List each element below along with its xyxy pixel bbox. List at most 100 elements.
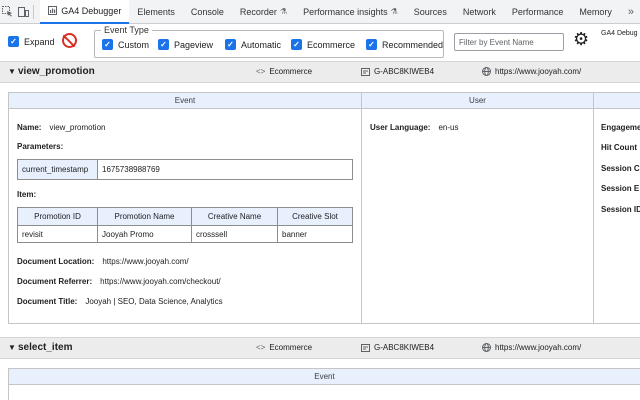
name-value: view_promotion — [49, 123, 106, 132]
column-header: Promotion ID — [17, 207, 98, 226]
event-header-select-item[interactable]: ▼ select_item <> Ecommerce G-ABC8KIWEB4 … — [0, 337, 640, 359]
devtools-tab-bar: GA4 Debugger Elements Console Recorder ⚗ … — [0, 0, 640, 24]
debugger-toolbar: ✓ Expand Event Type ✓ Custom ✓ Pageview … — [0, 24, 640, 62]
table-cell: crosssell — [191, 225, 278, 243]
table-row: current_timestamp 1675738988769 — [17, 159, 353, 180]
device-toolbar-icon[interactable] — [16, 0, 32, 24]
event-name-row: Name: view_promotion — [17, 123, 105, 132]
event-type-recommended-checkbox[interactable]: ✓ Recommended — [366, 39, 443, 50]
event-details-panel: Event — [8, 368, 640, 400]
event-type: <> Ecommerce — [256, 343, 312, 352]
tab-label: Console — [190, 6, 224, 17]
panel-header: Event — [9, 369, 640, 385]
column-header: Promotion Name — [97, 207, 192, 226]
event-type-label: Automatic — [241, 39, 282, 50]
tab-ga4-debugger[interactable]: GA4 Debugger — [40, 0, 130, 24]
event-type-custom-checkbox[interactable]: ✓ Custom — [102, 39, 149, 50]
event-type-label: Ecommerce — [269, 343, 313, 352]
expand-label: Expand — [24, 36, 55, 47]
event-name: select_item — [18, 342, 73, 353]
event-type-filter-group: Event Type ✓ Custom ✓ Pageview ✓ Automat… — [94, 25, 444, 58]
collapse-triangle-icon[interactable]: ▼ — [8, 343, 16, 352]
event-url: https://www.jooyah.com/ — [482, 67, 581, 76]
tab-console[interactable]: Console — [183, 0, 232, 24]
session-field-label: Hit Count — [601, 143, 637, 152]
table-cell: revisit — [17, 225, 98, 243]
user-language-row: User Language: en-us — [370, 123, 458, 132]
table-cell: Jooyah Promo — [97, 225, 192, 243]
expand-checkbox[interactable]: ✓ Expand — [8, 36, 55, 47]
document-location-label: Document Location: — [17, 257, 95, 266]
event-type: <> Ecommerce — [256, 67, 312, 76]
inspect-element-icon[interactable] — [0, 0, 16, 24]
tab-sources[interactable]: Sources — [406, 0, 455, 24]
tab-label: Elements — [137, 6, 175, 17]
table-cell: banner — [277, 225, 353, 243]
parameters-label: Parameters: — [17, 142, 64, 151]
event-type-label: Ecommerce — [269, 67, 313, 76]
name-label: Name: — [17, 123, 42, 132]
event-type-label: Pageview — [174, 39, 214, 50]
user-details-panel: User User Language: en-us — [361, 92, 594, 324]
panel-header: Event — [9, 93, 361, 109]
event-type-automatic-checkbox[interactable]: ✓ Automatic — [225, 39, 281, 50]
toolbar-divider — [33, 4, 35, 19]
panel-header — [594, 93, 640, 109]
code-icon: <> — [256, 67, 266, 76]
tab-elements[interactable]: Elements — [129, 0, 183, 24]
checkbox-checked-icon[interactable]: ✓ — [225, 39, 236, 50]
ga4-debugger-icon — [48, 6, 58, 15]
tab-label: Network — [462, 6, 496, 17]
tab-performance[interactable]: Performance — [504, 0, 572, 24]
item-label: Item: — [17, 190, 37, 199]
user-language-value: en-us — [438, 123, 459, 132]
event-name: view_promotion — [18, 66, 95, 77]
gear-icon[interactable]: ⚙ — [573, 30, 589, 48]
user-language-label: User Language: — [370, 123, 431, 132]
event-type-ecommerce-checkbox[interactable]: ✓ Ecommerce — [291, 39, 355, 50]
tab-label: Performance — [511, 6, 564, 17]
event-details-panel: Event Name: view_promotion Parameters: cu… — [8, 92, 362, 324]
experimental-flask-icon: ⚗ — [279, 7, 288, 16]
tab-label: Sources — [413, 6, 447, 17]
tab-label: GA4 Debugger — [61, 5, 122, 16]
collapse-triangle-icon[interactable]: ▼ — [8, 67, 16, 76]
measurement-id-icon — [361, 67, 370, 76]
session-details-panel: Engageme Hit Count Session C Session E S… — [593, 92, 640, 324]
clear-events-icon[interactable] — [62, 33, 77, 48]
event-type-legend: Event Type — [101, 25, 152, 35]
checkbox-checked-icon[interactable]: ✓ — [291, 39, 302, 50]
tab-performance-insights[interactable]: Performance insights ⚗ — [295, 0, 406, 24]
document-location-value: https://www.jooyah.com/ — [102, 257, 189, 266]
document-title-label: Document Title: — [17, 297, 78, 306]
tab-recorder[interactable]: Recorder ⚗ — [232, 0, 295, 24]
filter-event-name-input[interactable] — [454, 33, 564, 51]
globe-icon — [482, 343, 491, 352]
parameter-key: current_timestamp — [17, 159, 98, 180]
table-header-row: Promotion ID Promotion Name Creative Nam… — [17, 207, 353, 226]
tab-label: Performance insights — [303, 6, 388, 17]
checkbox-checked-icon[interactable]: ✓ — [8, 36, 19, 47]
tab-network[interactable]: Network — [455, 0, 504, 24]
document-referrer-row: Document Referrer: https://www.jooyah.com… — [17, 277, 221, 286]
tab-memory[interactable]: Memory — [571, 0, 620, 24]
event-type-pageview-checkbox[interactable]: ✓ Pageview — [158, 39, 213, 50]
column-header: Creative Slot — [277, 207, 353, 226]
checkbox-checked-icon[interactable]: ✓ — [102, 39, 113, 50]
tab-label: Memory — [579, 6, 612, 17]
checkbox-checked-icon[interactable]: ✓ — [366, 39, 377, 50]
more-tabs-chevron-icon[interactable]: » — [622, 6, 640, 18]
event-url-label: https://www.jooyah.com/ — [495, 67, 582, 76]
code-icon: <> — [256, 343, 266, 352]
session-field-label: Session ID — [601, 205, 640, 214]
session-field-label: Session E — [601, 184, 640, 193]
column-header: Creative Name — [191, 207, 278, 226]
event-url-label: https://www.jooyah.com/ — [495, 343, 582, 352]
measurement-id: G-ABC8KIWEB4 — [361, 343, 434, 352]
checkbox-checked-icon[interactable]: ✓ — [158, 39, 169, 50]
measurement-id-label: G-ABC8KIWEB4 — [374, 67, 435, 76]
event-header-view-promotion[interactable]: ▼ view_promotion <> Ecommerce G-ABC8KIWE… — [0, 61, 640, 83]
event-type-label: Recommended — [382, 39, 444, 50]
table-row: revisit Jooyah Promo crosssell banner — [17, 225, 353, 243]
session-field-label: Session C — [601, 164, 640, 173]
